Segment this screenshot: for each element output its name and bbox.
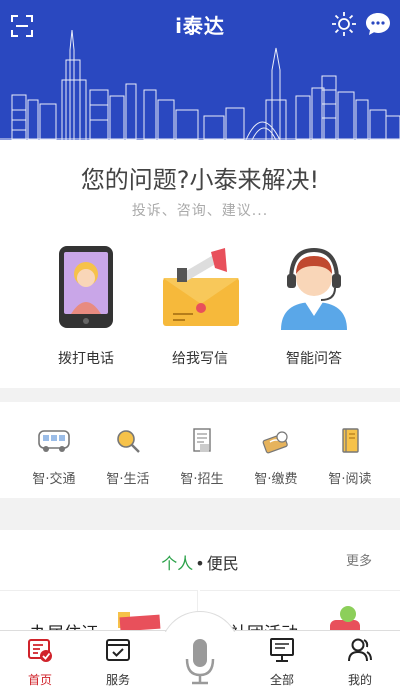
bottom-tab-bar: 首页 服务 全部 我的 xyxy=(0,611,400,690)
hero-title: 您的问题?小泰来解决! xyxy=(80,166,320,194)
section-title: 个人 • 便民 xyxy=(0,550,400,574)
monitor-icon xyxy=(270,638,294,662)
tab-voice[interactable] xyxy=(170,637,230,690)
book-icon xyxy=(342,428,359,453)
section-title-primary[interactable]: 个人 xyxy=(161,554,193,573)
divider xyxy=(0,388,400,402)
sun-icon[interactable] xyxy=(330,10,358,38)
tab-label: 首页 xyxy=(27,673,52,687)
microphone-icon xyxy=(185,639,215,685)
tab-mine[interactable]: 我的 xyxy=(330,637,390,688)
section-title-secondary[interactable]: 便民 xyxy=(207,554,239,573)
quick-item-label: 智·生活 xyxy=(106,472,150,487)
tab-label: 服务 xyxy=(105,673,130,687)
more-link[interactable]: 更多 xyxy=(346,550,372,569)
assistant-action-label: 智能问答 xyxy=(286,351,342,367)
divider xyxy=(0,498,400,530)
tab-service[interactable]: 服务 xyxy=(88,637,148,688)
quick-item-label: 智·阅读 xyxy=(328,472,372,487)
quick-item-label: 智·缴费 xyxy=(254,472,298,487)
chat-icon[interactable] xyxy=(364,10,392,38)
hero-subtitle: 投诉、咨询、建议... xyxy=(131,203,269,219)
call-action-label: 拨打电话 xyxy=(58,351,114,367)
card-title: 社团活动 xyxy=(230,619,298,630)
magnifier-icon xyxy=(117,430,140,453)
letter-action-label: 给我写信 xyxy=(172,351,228,367)
card-residence-permit[interactable]: 办居住证 xyxy=(0,590,198,630)
quick-services: 智·交通 智·生活 智·招生 智·缴费 智·阅读 xyxy=(0,402,400,498)
quick-item-enroll[interactable]: 智·招生 xyxy=(162,428,242,487)
letter-illustration xyxy=(163,248,239,326)
bus-icon xyxy=(38,430,70,452)
letter-action[interactable]: 给我写信 xyxy=(140,244,260,368)
header-banner: i泰达 xyxy=(0,0,400,140)
document-icon xyxy=(193,428,211,452)
home-icon xyxy=(28,639,52,662)
section-header: 个人 • 便民 更多 xyxy=(0,530,400,590)
phone-illustration xyxy=(59,246,113,328)
tab-all[interactable]: 全部 xyxy=(252,637,312,688)
assistant-action[interactable]: 智能问答 xyxy=(254,244,374,368)
payment-icon xyxy=(262,431,288,454)
quick-item-label: 智·招生 xyxy=(180,472,224,487)
tab-home[interactable]: 首页 xyxy=(10,637,70,688)
card-decoration xyxy=(340,606,356,622)
tab-label: 全部 xyxy=(269,673,294,687)
quick-item-pay[interactable]: 智·缴费 xyxy=(236,428,316,487)
quick-item-read[interactable]: 智·阅读 xyxy=(310,428,390,487)
quick-item-label: 智·交通 xyxy=(32,472,76,487)
card-title: 办居住证 xyxy=(30,619,98,630)
hero-section: 您的问题?小泰来解决! 投诉、咨询、建议... 拨打电话 给我写信 智能问答 xyxy=(0,140,400,388)
service-icon xyxy=(106,639,130,661)
call-action[interactable]: 拨打电话 xyxy=(26,244,146,368)
section-title-separator: • xyxy=(195,554,205,573)
quick-item-traffic[interactable]: 智·交通 xyxy=(14,428,94,487)
user-icon xyxy=(348,638,372,662)
quick-item-life[interactable]: 智·生活 xyxy=(88,428,168,487)
assistant-illustration xyxy=(281,247,347,330)
tab-label: 我的 xyxy=(347,673,372,687)
card-decoration xyxy=(119,614,161,630)
